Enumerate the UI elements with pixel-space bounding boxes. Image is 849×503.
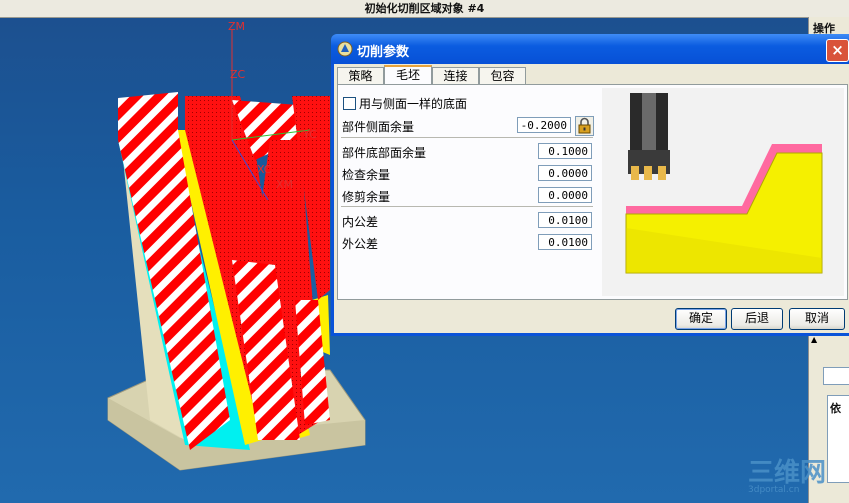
watermark-logo: 三维网 <box>748 458 827 488</box>
window-title-bar: 初始化切削区域对象 #4 <box>0 0 849 18</box>
lock-icon[interactable] <box>575 116 594 136</box>
intol-input[interactable]: 0.0100 <box>538 212 592 228</box>
tab-strategy[interactable]: 策略 <box>337 67 384 84</box>
cancel-button[interactable]: 取消 <box>789 308 845 330</box>
tab-connections[interactable]: 连接 <box>432 67 479 84</box>
scroll-up-arrow-icon[interactable]: ▲ <box>811 335 817 344</box>
dialog-title: 切削参数 <box>357 45 410 60</box>
nx-app-icon <box>337 41 353 57</box>
tab-label: 毛坯 <box>395 68 420 82</box>
yc-axis-label: YC <box>303 128 317 141</box>
back-button[interactable]: 后退 <box>731 308 783 330</box>
tab-label: 连接 <box>443 69 468 83</box>
xc-axis-label: XC <box>257 163 272 176</box>
stock-preview-image <box>602 88 844 296</box>
same-floor-checkbox[interactable] <box>343 97 356 110</box>
tab-containment[interactable]: 包容 <box>479 67 526 84</box>
ok-button[interactable]: 确定 <box>675 308 727 330</box>
watermark-url: 3dportal.cn <box>748 485 800 495</box>
xm-axis-label: XM <box>276 178 294 191</box>
separator <box>341 206 593 207</box>
outtol-input[interactable]: 0.0100 <box>538 234 592 250</box>
trim-stock-label: 修剪余量 <box>342 190 391 204</box>
check-stock-input[interactable]: 0.0000 <box>538 165 592 181</box>
dependency-tree[interactable]: 依 <box>827 395 849 483</box>
tab-label: 策略 <box>348 69 373 83</box>
part-floor-stock-input[interactable]: 0.1000 <box>538 143 592 159</box>
panel-scrollbar[interactable] <box>823 367 849 385</box>
outtol-label: 外公差 <box>342 237 379 251</box>
check-stock-label: 检查余量 <box>342 168 391 182</box>
separator <box>341 137 593 138</box>
intol-label: 内公差 <box>342 215 379 229</box>
window-title: 初始化切削区域对象 #4 <box>364 2 485 15</box>
part-floor-stock-label: 部件底部面余量 <box>342 146 427 160</box>
close-button[interactable]: × <box>826 39 849 62</box>
cut-parameters-dialog: 切削参数 × 策略 毛坯 连接 包容 用与侧面一样的底面 部件侧面余量 -0.2… <box>331 34 849 336</box>
part-side-stock-input[interactable]: -0.2000 <box>517 117 571 133</box>
tab-label: 包容 <box>490 69 515 83</box>
tree-label: 依 <box>830 402 841 415</box>
dialog-body: 策略 毛坯 连接 包容 用与侧面一样的底面 部件侧面余量 -0.2000 部件底… <box>334 64 849 333</box>
zm-axis-label: ZM <box>228 20 246 33</box>
same-floor-label: 用与侧面一样的底面 <box>359 97 468 111</box>
tab-stock[interactable]: 毛坯 <box>384 65 432 86</box>
tool-insert <box>631 166 639 180</box>
stock-tab-panel: 用与侧面一样的底面 部件侧面余量 -0.2000 部件底部面余量 0.1000 … <box>337 84 848 300</box>
part-side-stock-label: 部件侧面余量 <box>342 120 415 134</box>
dialog-title-bar[interactable]: 切削参数 × <box>331 34 849 64</box>
zc-axis-label: ZC <box>230 68 246 81</box>
trim-stock-input[interactable]: 0.0000 <box>538 187 592 203</box>
